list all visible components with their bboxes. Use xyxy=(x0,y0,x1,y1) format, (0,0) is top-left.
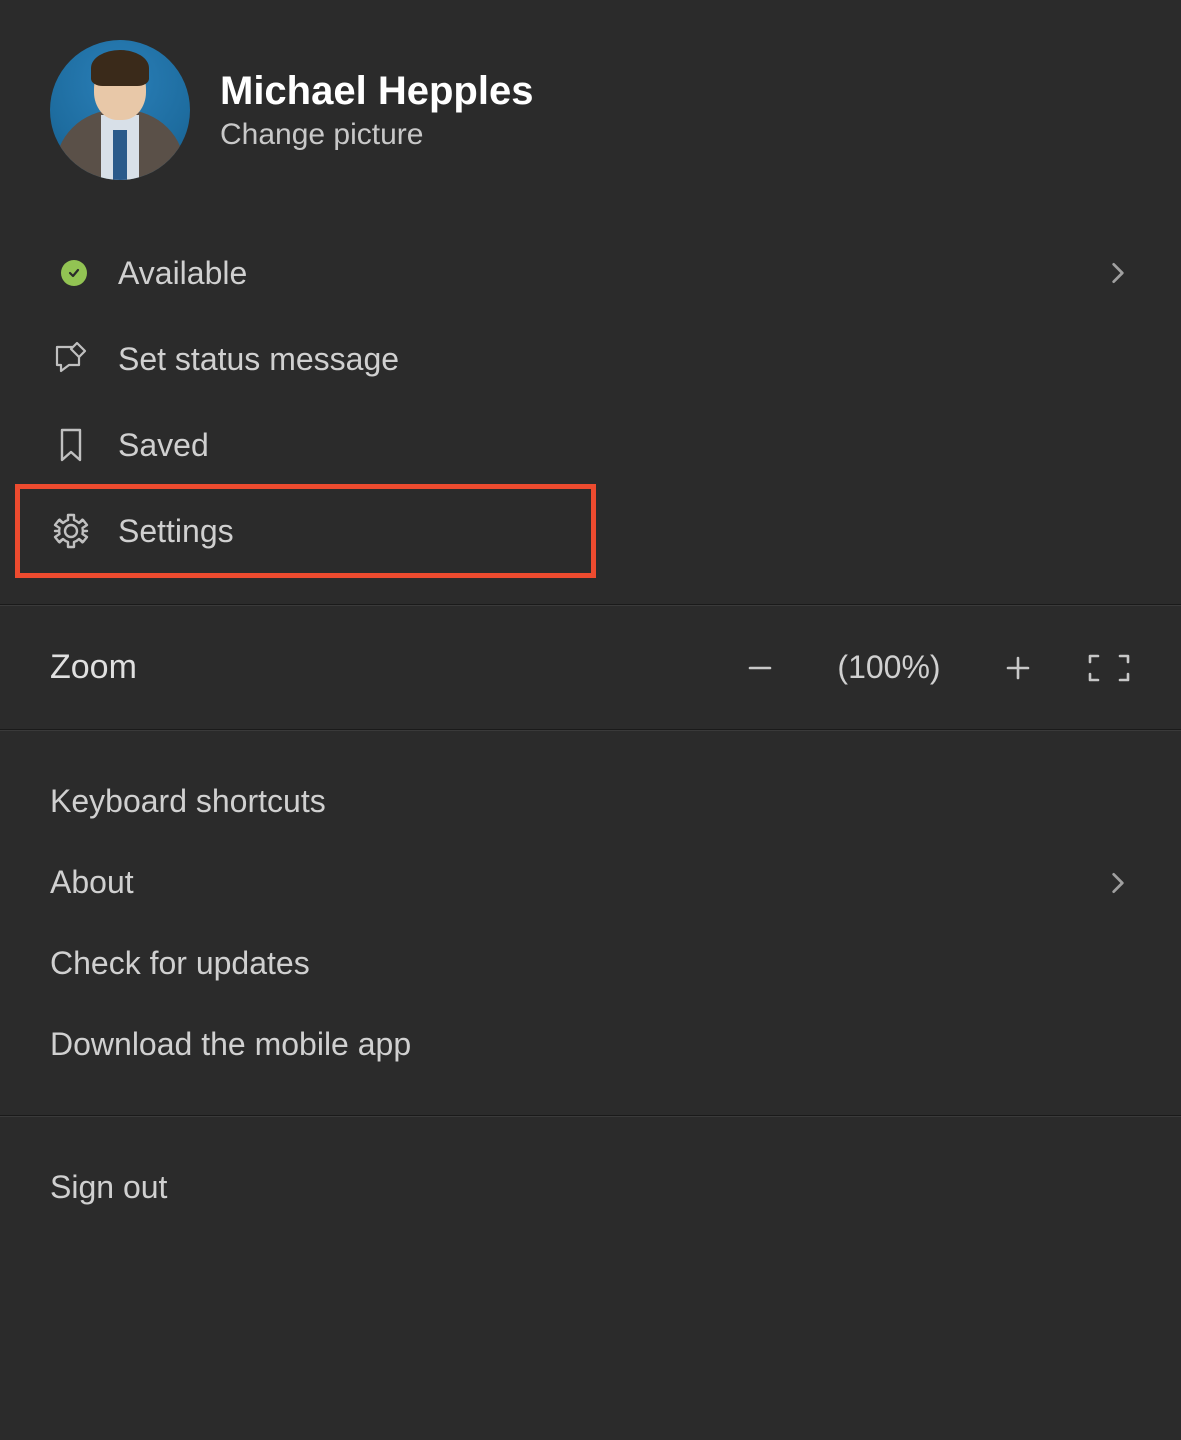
sign-out-label: Sign out xyxy=(50,1169,167,1206)
download-mobile-app-item[interactable]: Download the mobile app xyxy=(0,1004,1181,1085)
avatar[interactable] xyxy=(50,40,190,180)
minus-icon xyxy=(746,654,774,682)
highlight-annotation xyxy=(15,484,596,578)
saved-label: Saved xyxy=(118,427,209,464)
check-updates-label: Check for updates xyxy=(50,945,310,982)
keyboard-shortcuts-label: Keyboard shortcuts xyxy=(50,783,326,820)
change-picture-link[interactable]: Change picture xyxy=(220,118,533,152)
saved-item[interactable]: Saved xyxy=(0,402,1181,488)
zoom-level: (100%) xyxy=(829,649,949,686)
edit-message-icon xyxy=(50,338,92,380)
chevron-right-icon xyxy=(1105,870,1131,896)
signout-section: Sign out xyxy=(0,1117,1181,1258)
settings-label: Settings xyxy=(118,513,234,550)
zoom-in-button[interactable] xyxy=(999,649,1037,687)
settings-item[interactable]: Settings xyxy=(0,488,1181,574)
download-app-label: Download the mobile app xyxy=(50,1026,411,1063)
check-for-updates-item[interactable]: Check for updates xyxy=(0,923,1181,1004)
about-label: About xyxy=(50,864,134,901)
fullscreen-icon xyxy=(1087,653,1131,683)
plus-icon xyxy=(1004,654,1032,682)
bookmark-icon xyxy=(50,424,92,466)
status-menu-section: Available Set status message Saved xyxy=(0,210,1181,604)
gear-icon xyxy=(50,510,92,552)
profile-header: Michael Hepples Change picture xyxy=(0,0,1181,210)
set-status-message-item[interactable]: Set status message xyxy=(0,316,1181,402)
presence-status-label: Available xyxy=(118,255,247,292)
more-menu-section: Keyboard shortcuts About Check for updat… xyxy=(0,731,1181,1115)
available-status-icon xyxy=(61,260,87,286)
keyboard-shortcuts-item[interactable]: Keyboard shortcuts xyxy=(0,761,1181,842)
sign-out-item[interactable]: Sign out xyxy=(0,1147,1181,1228)
profile-name: Michael Hepples xyxy=(220,69,533,114)
set-status-label: Set status message xyxy=(118,341,399,378)
chevron-right-icon xyxy=(1105,260,1131,286)
zoom-out-button[interactable] xyxy=(741,649,779,687)
fullscreen-button[interactable] xyxy=(1087,653,1131,683)
presence-status-item[interactable]: Available xyxy=(0,230,1181,316)
about-item[interactable]: About xyxy=(0,842,1181,923)
zoom-label: Zoom xyxy=(50,648,137,687)
zoom-section: Zoom (100%) xyxy=(0,606,1181,729)
